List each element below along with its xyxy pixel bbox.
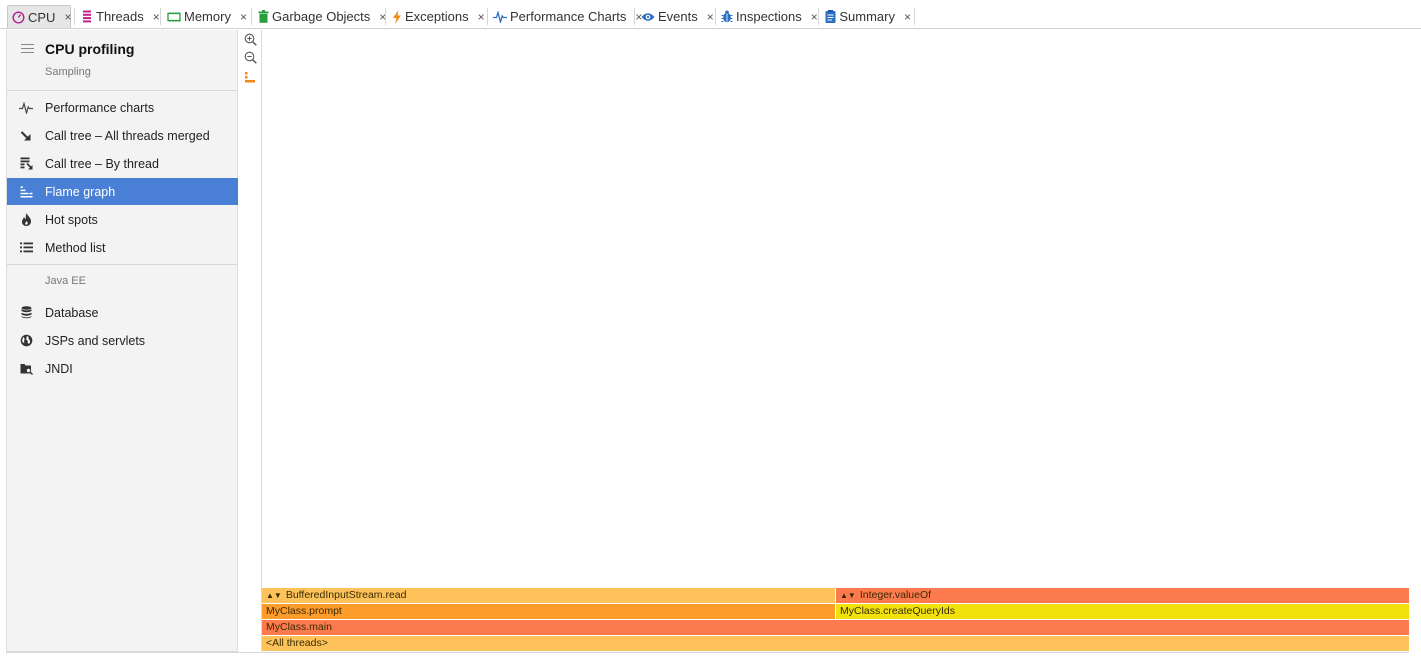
frame-label: <All threads>	[266, 637, 328, 649]
bottom-border	[6, 652, 1409, 653]
tab-close-icon[interactable]: ×	[240, 10, 247, 24]
expand-collapse-icon[interactable]: ▲▼	[840, 591, 856, 600]
tab-garbage-objects[interactable]: Garbage Objects ×	[254, 5, 386, 28]
trash-icon	[258, 10, 269, 24]
cpu-icon	[12, 10, 25, 24]
tab-close-icon[interactable]: ×	[811, 10, 818, 24]
nav-item-label: Call tree – All threads merged	[45, 128, 210, 143]
tab-label: Threads	[96, 9, 144, 24]
tab-close-icon[interactable]: ×	[707, 10, 714, 24]
flame-frame[interactable]: ▲▼ BufferedInputStream.read	[262, 588, 835, 603]
frame-label: Integer.valueOf	[859, 589, 932, 601]
tab-threads[interactable]: Threads ×	[77, 5, 160, 28]
thread-tree-icon	[19, 157, 33, 171]
tab-label: Summary	[839, 9, 895, 24]
tab-separator	[914, 8, 915, 25]
tab-memory[interactable]: Memory ×	[163, 5, 247, 28]
flame-frame[interactable]: MyClass.main	[262, 620, 1409, 635]
panel-subtitle: Sampling	[45, 66, 91, 78]
nav-item-label: Call tree – By thread	[45, 156, 159, 171]
folder-search-icon	[19, 362, 33, 376]
nav-item-jndi[interactable]: JNDI	[7, 355, 238, 382]
tab-separator	[160, 8, 161, 25]
flame-frame[interactable]: MyClass.prompt	[262, 604, 835, 619]
nav-item-flame-graph[interactable]: Flame graph	[7, 178, 238, 205]
nav-item-label: JSPs and servlets	[45, 333, 146, 348]
flame-graph-icon	[19, 185, 33, 199]
nav-item-call-tree-merged[interactable]: Call tree – All threads merged	[7, 122, 238, 149]
tab-label: Events	[658, 9, 698, 24]
tab-close-icon[interactable]: ×	[153, 10, 160, 24]
flame-graph[interactable]: ▲▼ BufferedInputStream.read ▲▼ Integer.val…	[262, 30, 1409, 652]
nav-item-hot-spots[interactable]: Hot spots	[7, 206, 238, 233]
arrow-down-right-icon	[19, 129, 33, 143]
tab-separator	[385, 8, 386, 25]
flame-layout-icon[interactable]	[243, 70, 257, 84]
nav-item-jsps-and-servlets[interactable]: JSPs and servlets	[7, 327, 238, 354]
flame-frame[interactable]: ▲▼ Integer.valueOf	[836, 588, 1409, 603]
tab-label: Inspections	[736, 9, 802, 24]
tab-separator	[487, 8, 488, 25]
tab-cpu[interactable]: CPU ×	[7, 5, 71, 28]
graph-toolbar	[238, 30, 262, 652]
tab-label: Exceptions	[405, 9, 469, 24]
frame-label: BufferedInputStream.read	[285, 589, 407, 601]
nav-item-method-list[interactable]: Method list	[7, 234, 238, 261]
tab-performance-charts[interactable]: Performance Charts ×	[489, 5, 642, 28]
nav-item-database[interactable]: Database	[7, 299, 238, 326]
tab-label: Memory	[184, 9, 231, 24]
nav-item-label: Performance charts	[45, 100, 155, 115]
divider	[7, 90, 237, 91]
view-selector-panel: CPU profiling Sampling Performance chart…	[6, 30, 238, 652]
expand-collapse-icon[interactable]: ▲▼	[266, 591, 282, 600]
tab-exceptions[interactable]: Exceptions ×	[388, 5, 485, 28]
tab-label: CPU	[28, 9, 56, 25]
bug-icon	[721, 10, 733, 24]
tab-separator	[74, 8, 75, 25]
tab-label: Garbage Objects	[272, 9, 371, 24]
tab-events[interactable]: Events ×	[637, 5, 714, 28]
pulse-icon	[19, 101, 33, 115]
divider	[7, 264, 237, 265]
nav-item-performance-charts[interactable]: Performance charts	[7, 94, 238, 121]
nav-item-label: Method list	[45, 240, 106, 255]
hamburger-menu-icon[interactable]	[21, 44, 34, 56]
section-label-java-ee: Java EE	[45, 275, 86, 287]
memory-icon	[167, 10, 181, 24]
tab-separator	[251, 8, 252, 25]
tab-separator	[634, 8, 635, 25]
flame-frame[interactable]: MyClass.createQueryIds	[836, 604, 1409, 619]
database-icon	[19, 306, 33, 320]
lightning-icon	[392, 9, 402, 24]
frame-label: MyClass.prompt	[266, 605, 342, 617]
list-icon	[19, 241, 33, 255]
zoom-out-icon[interactable]	[243, 50, 257, 64]
globe-icon	[19, 334, 33, 348]
tab-separator	[715, 8, 716, 25]
panel-header: CPU profiling Sampling	[7, 30, 237, 90]
tab-close-icon[interactable]: ×	[478, 10, 485, 24]
tab-separator	[818, 8, 819, 25]
tab-close-icon[interactable]: ×	[904, 10, 911, 24]
tab-inspections[interactable]: Inspections ×	[717, 5, 818, 28]
clipboard-icon	[825, 10, 836, 24]
frame-label: MyClass.main	[266, 621, 332, 633]
nav-item-label: Flame graph	[45, 184, 116, 199]
flame-frame[interactable]: <All threads>	[262, 636, 1409, 651]
eye-icon	[641, 10, 655, 24]
nav-item-label: Hot spots	[45, 212, 98, 227]
nav-item-call-tree-by-thread[interactable]: Call tree – By thread	[7, 150, 238, 177]
tab-label: Performance Charts	[510, 9, 627, 24]
panel-title: CPU profiling	[45, 41, 135, 57]
tab-close-icon[interactable]: ×	[64, 10, 71, 24]
zoom-in-icon[interactable]	[243, 32, 257, 46]
tab-bar: CPU × Threads × Memory × Garbage Objects…	[0, 0, 1421, 29]
tab-summary[interactable]: Summary ×	[821, 5, 911, 28]
frame-label: MyClass.createQueryIds	[840, 605, 955, 617]
nav-item-label: JNDI	[45, 361, 73, 376]
threads-icon	[81, 10, 93, 24]
pulse-icon	[493, 10, 507, 24]
fire-icon	[19, 213, 33, 227]
nav-item-label: Database	[45, 305, 99, 320]
